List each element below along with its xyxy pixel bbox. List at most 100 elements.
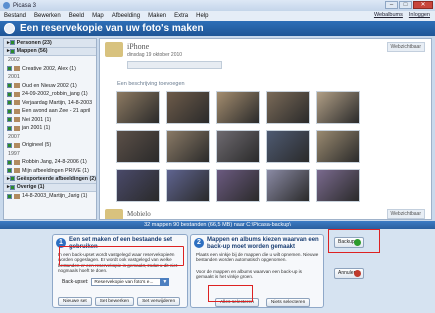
edit-set-button[interactable]: Set bewerken bbox=[94, 297, 135, 306]
photo-thumbnail[interactable] bbox=[316, 169, 360, 202]
menu-map[interactable]: Map bbox=[92, 13, 104, 19]
folder-sidebar: ▸ Personen (23) ▸ Mappen (56) 2002 Creative… bbox=[3, 38, 97, 220]
header-banner: Een reservekopie van uw foto's maken bbox=[0, 21, 435, 36]
minimize-button[interactable]: – bbox=[385, 1, 398, 9]
checkbox[interactable] bbox=[7, 159, 12, 165]
checkbox[interactable] bbox=[7, 142, 12, 148]
delete-set-button[interactable]: Set verwijderen bbox=[137, 297, 181, 306]
sidebar-folder[interactable]: jan 2001 (1) bbox=[4, 124, 96, 133]
webalbums-link[interactable]: Webalbums bbox=[374, 12, 403, 18]
checkbox[interactable] bbox=[7, 193, 12, 199]
sidebar-item-label: Robbin Jang, 24-8-2006 (1) bbox=[22, 159, 87, 166]
checkbox[interactable] bbox=[7, 168, 12, 174]
page-title: Een reservekopie van uw foto's maken bbox=[20, 23, 204, 34]
sidebar-folder[interactable]: Verjaardag Martijn, 14-8-2003 bbox=[4, 99, 96, 108]
status-bar: 32 mappen 90 bestanden (66,5 MB) naar C:… bbox=[0, 221, 435, 229]
sidebar-section[interactable]: ▸ Mappen (56) bbox=[4, 47, 96, 56]
photo-thumbnail[interactable] bbox=[266, 130, 310, 163]
sidebar-folder[interactable]: Een avond aan Zee - 21 april bbox=[4, 107, 96, 116]
checkbox[interactable] bbox=[7, 91, 12, 97]
album-caption[interactable]: Een beschrijving toevoegen bbox=[117, 81, 185, 87]
inloggen-link[interactable]: Inloggen bbox=[409, 12, 430, 18]
sidebar-section[interactable]: ▸ Overige (1) bbox=[4, 183, 96, 192]
photo-thumbnail[interactable] bbox=[316, 130, 360, 163]
step-number: 2 bbox=[194, 238, 204, 248]
sidebar-folder[interactable]: Nei 2001 (1) bbox=[4, 116, 96, 125]
sidebar-section[interactable]: ▸ Geëxporteerde afbeeldingen (2) bbox=[4, 175, 96, 184]
menu-bestand[interactable]: Bestand bbox=[4, 13, 26, 19]
folder-thumbnail bbox=[14, 66, 20, 72]
checkbox[interactable] bbox=[9, 48, 15, 54]
photo-grid bbox=[116, 91, 361, 202]
close-button[interactable]: ✕ bbox=[413, 1, 433, 9]
maximize-button[interactable]: □ bbox=[399, 1, 412, 9]
sidebar-item-label: Geëxporteerde afbeeldingen (2) bbox=[16, 175, 96, 182]
photo-thumbnail[interactable] bbox=[266, 169, 310, 202]
menu-help[interactable]: Help bbox=[196, 13, 208, 19]
checkbox[interactable] bbox=[7, 83, 12, 89]
sidebar-folder[interactable]: 24-09-2002_robbin_jang (1) bbox=[4, 90, 96, 99]
checkbox[interactable] bbox=[9, 40, 15, 46]
highlight-box bbox=[59, 246, 184, 266]
photo-thumbnail[interactable] bbox=[266, 91, 310, 124]
highlight-box bbox=[208, 285, 253, 302]
sidebar-item-label: Mijn afbeeldingen PRIVE (1) bbox=[22, 167, 89, 174]
sidebar-folder[interactable]: Robbin Jang, 24-8-2006 (1) bbox=[4, 158, 96, 167]
sidebar-folder[interactable]: Creative 2002, Alex (1) bbox=[4, 65, 96, 74]
folder-thumbnail bbox=[14, 125, 20, 131]
cancel-button[interactable]: Annuleren bbox=[334, 268, 364, 279]
photo-thumbnail[interactable] bbox=[116, 130, 160, 163]
new-set-button[interactable]: Nieuwe set bbox=[58, 297, 92, 306]
sidebar-item-label: Overige (1) bbox=[16, 184, 45, 191]
folder-thumbnail bbox=[14, 100, 20, 106]
checkbox[interactable] bbox=[9, 176, 15, 182]
menu-maken[interactable]: Maken bbox=[148, 13, 166, 19]
folder-thumbnail bbox=[14, 108, 20, 114]
checkbox[interactable] bbox=[7, 125, 12, 131]
checkbox[interactable] bbox=[9, 184, 15, 190]
photo-thumbnail[interactable] bbox=[116, 91, 160, 124]
sidebar-folder[interactable]: Mijn afbeeldingen PRIVE (1) bbox=[4, 167, 96, 176]
sidebar-folder[interactable]: Oud en Nieuw 2002 (1) bbox=[4, 82, 96, 91]
folder-thumbnail bbox=[14, 91, 20, 97]
photo-thumbnail[interactable] bbox=[216, 91, 260, 124]
sidebar-item-label: Een avond aan Zee - 21 april bbox=[22, 108, 91, 115]
web-visibility-badge[interactable]: Webzichtbaar bbox=[386, 42, 425, 52]
sidebar-item-label: 2007 bbox=[8, 133, 20, 140]
photo-thumbnail[interactable] bbox=[316, 91, 360, 124]
panel-description: Plaats een vinkje bij de mappen die u wi… bbox=[196, 252, 319, 263]
photo-thumbnail[interactable] bbox=[166, 130, 210, 163]
album-toolbar[interactable] bbox=[127, 61, 222, 69]
menu-beeld[interactable]: Beeld bbox=[69, 13, 84, 19]
sidebar-item-label: 1997 bbox=[8, 150, 20, 157]
album-date: dinsdag 19 oktober 2010 bbox=[127, 52, 183, 58]
checkbox[interactable] bbox=[7, 117, 12, 123]
sidebar-folder[interactable]: Origineel (5) bbox=[4, 141, 96, 150]
web-visibility-badge-2[interactable]: Webzichtbaar bbox=[386, 209, 425, 219]
photo-thumbnail[interactable] bbox=[216, 130, 260, 163]
highlight-box bbox=[328, 229, 380, 253]
sidebar-item-label: Oud en Nieuw 2002 (1) bbox=[22, 82, 77, 89]
menu-extra[interactable]: Extra bbox=[174, 13, 188, 19]
backup-set-select[interactable]: Reservekopie van foto's e... ▼ bbox=[91, 278, 170, 286]
panel-title: Mappen en albums kiezen waarvan een back… bbox=[207, 237, 319, 250]
photo-thumbnail[interactable] bbox=[116, 169, 160, 202]
folder-thumbnail bbox=[14, 83, 20, 89]
sidebar-year: 2007 bbox=[4, 133, 96, 142]
checkbox[interactable] bbox=[7, 100, 12, 106]
checkbox[interactable] bbox=[7, 66, 12, 72]
photo-thumbnail[interactable] bbox=[216, 169, 260, 202]
sidebar-folder[interactable]: 14-8-2003_Martijn_Jarig (1) bbox=[4, 192, 96, 201]
title-bar: Picasa 3 – □ ✕ bbox=[0, 0, 435, 11]
folder-thumbnail bbox=[14, 117, 20, 123]
checkbox[interactable] bbox=[7, 108, 12, 114]
photo-thumbnail[interactable] bbox=[166, 169, 210, 202]
menu-afbeelding[interactable]: Afbeelding bbox=[112, 13, 140, 19]
sidebar-section[interactable]: ▸ Personen (23) bbox=[4, 39, 96, 48]
chevron-down-icon[interactable]: ▼ bbox=[160, 278, 170, 286]
photo-thumbnail[interactable] bbox=[166, 91, 210, 124]
album-title-2: Mobielo bbox=[127, 210, 151, 218]
menu-bewerken[interactable]: Bewerken bbox=[34, 13, 61, 19]
sidebar-year: 2002 bbox=[4, 56, 96, 65]
select-none-button[interactable]: Niets selecteren bbox=[265, 298, 311, 307]
